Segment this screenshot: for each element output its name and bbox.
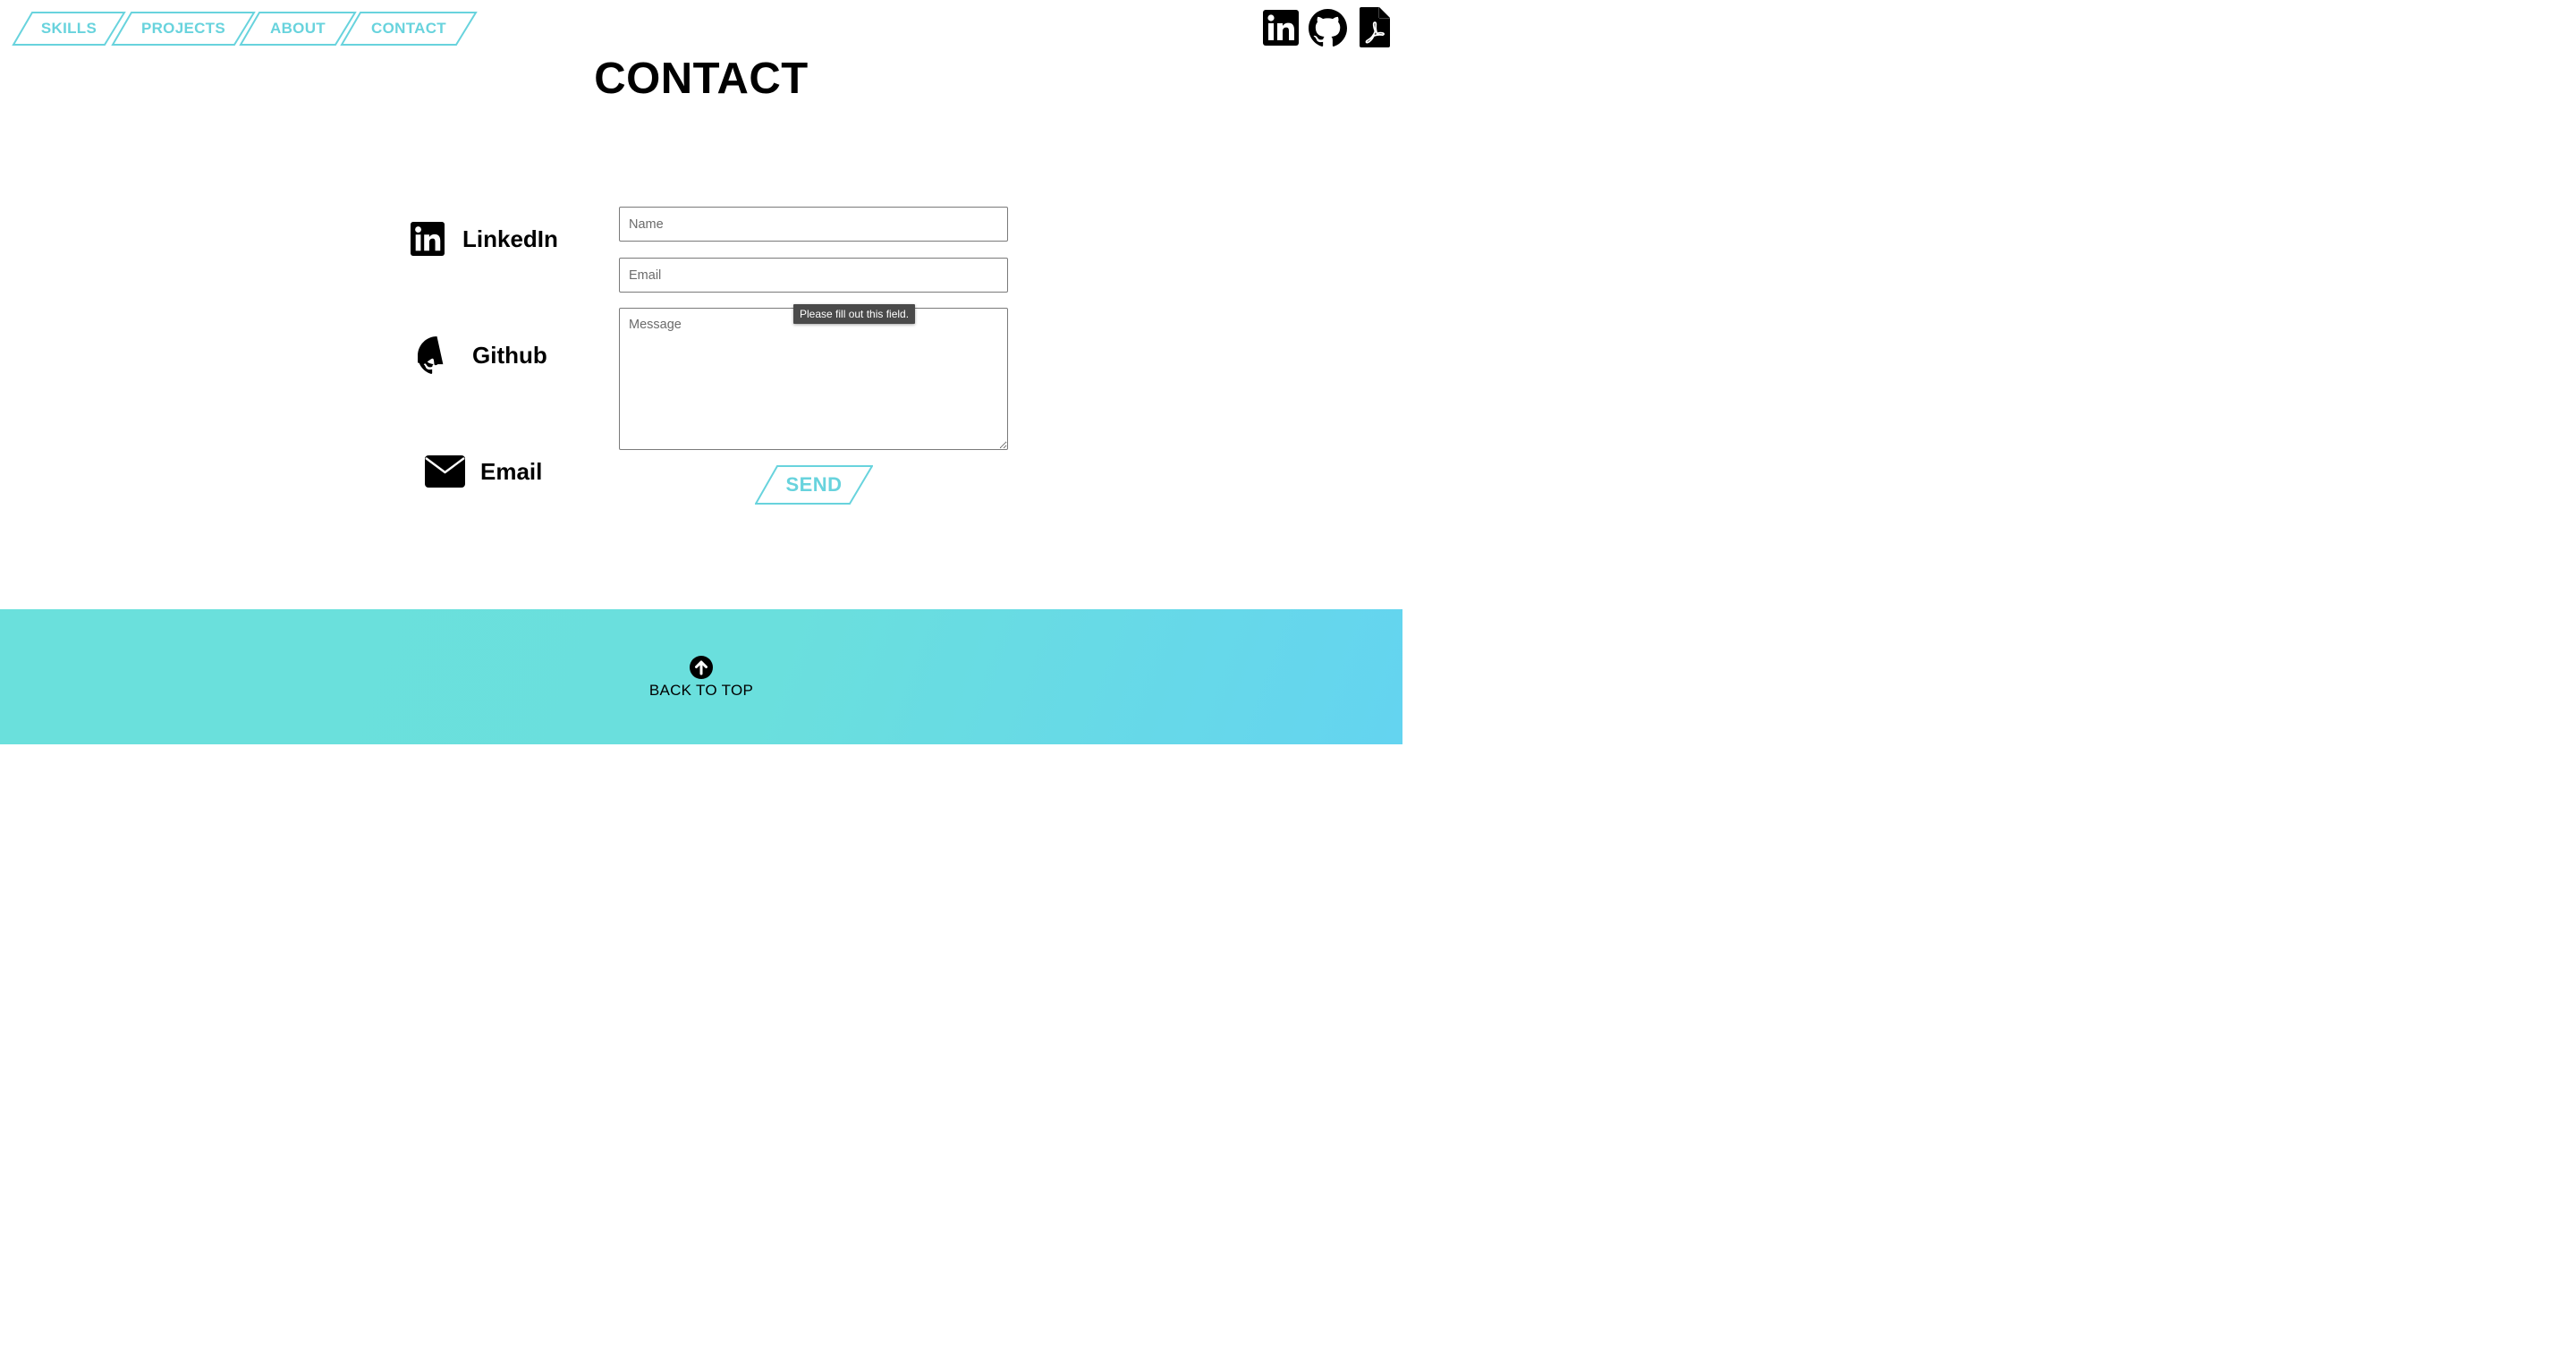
linkedin-link[interactable]: LinkedIn	[411, 222, 558, 256]
page-title: CONTACT	[594, 55, 809, 103]
name-input[interactable]	[619, 207, 1008, 242]
nav-contact[interactable]: CONTACT	[340, 12, 478, 46]
nav-skills-label: SKILLS	[40, 20, 97, 37]
back-to-top-button[interactable]: BACK TO TOP	[0, 656, 1402, 700]
nav-projects[interactable]: PROJECTS	[111, 12, 256, 46]
email-input[interactable]	[619, 258, 1008, 293]
email-link-label: Email	[480, 457, 543, 485]
pdf-icon[interactable]	[1360, 7, 1390, 52]
message-textarea[interactable]	[619, 308, 1008, 450]
linkedin-link-label: LinkedIn	[462, 225, 558, 252]
nav-projects-label: PROJECTS	[140, 20, 226, 37]
github-link-label: Github	[472, 342, 547, 369]
linkedin-icon	[411, 222, 445, 256]
header-social-icons	[1263, 7, 1392, 48]
envelope-icon	[425, 455, 465, 488]
github-icon[interactable]	[1309, 9, 1347, 52]
email-link[interactable]: Email	[425, 455, 542, 488]
back-to-top-label: BACK TO TOP	[648, 682, 754, 699]
nav-about[interactable]: ABOUT	[239, 12, 357, 46]
nav-about-label: ABOUT	[270, 20, 326, 37]
github-link[interactable]: Github	[418, 336, 547, 375]
nav-skills[interactable]: SKILLS	[12, 12, 126, 46]
github-icon	[418, 336, 444, 374]
linkedin-icon[interactable]	[1263, 10, 1299, 50]
arrow-up-circle-icon	[690, 656, 713, 679]
footer: BACK TO TOP	[0, 609, 1402, 744]
validation-tooltip: Please fill out this field.	[793, 304, 916, 324]
send-button[interactable]: SEND	[755, 465, 873, 505]
nav-contact-label: CONTACT	[371, 20, 446, 37]
send-button-label: SEND	[785, 473, 843, 496]
